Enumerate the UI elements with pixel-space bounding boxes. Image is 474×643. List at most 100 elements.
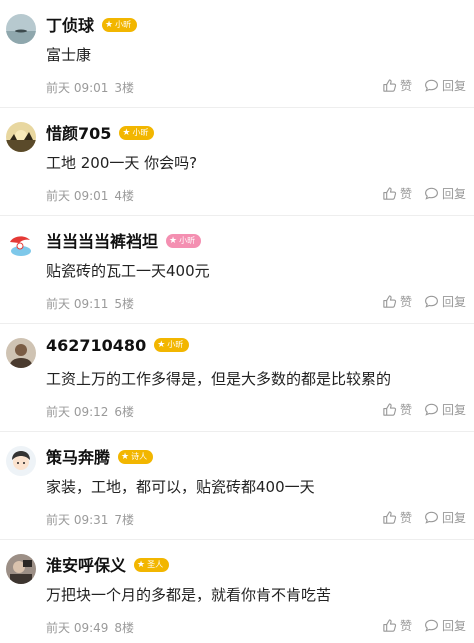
like-button[interactable]: 赞 xyxy=(382,77,412,94)
like-button[interactable]: 赞 xyxy=(382,293,412,310)
like-button[interactable]: 赞 xyxy=(382,509,412,526)
speech-bubble-icon xyxy=(425,511,438,524)
comment-meta: 前天 09:12 6楼 xyxy=(46,403,134,420)
comment-item: 462710480 ★ 小昕 工资上万的工作多得是，但是大多数的都是比较累的 前天 … xyxy=(0,324,474,432)
speech-bubble-icon xyxy=(425,619,438,632)
floor-number: 3楼 xyxy=(114,81,135,95)
reply-button[interactable]: 回复 xyxy=(424,293,466,310)
badge-label: 圣人 xyxy=(147,559,164,569)
user-badge: ★ 小昕 xyxy=(166,233,202,248)
like-button[interactable]: 赞 xyxy=(382,185,412,202)
avatar[interactable] xyxy=(6,554,36,584)
like-label: 赞 xyxy=(399,619,412,633)
username[interactable]: 当当当当裤裆坦 ★ 小昕 xyxy=(46,228,202,252)
username-text[interactable]: 当当当当裤裆坦 xyxy=(46,232,158,251)
speech-bubble-icon xyxy=(425,79,438,92)
avatar[interactable] xyxy=(6,14,36,44)
reply-label: 回复 xyxy=(441,187,466,201)
username[interactable]: 淮安呼保义 ★ 圣人 xyxy=(46,552,170,576)
comment-text: 工地 200一天 你会吗? xyxy=(46,154,198,172)
like-label: 赞 xyxy=(399,403,412,417)
user-badge: ★ 诗人 xyxy=(118,449,154,464)
thumbs-up-icon xyxy=(383,187,397,200)
reply-label: 回复 xyxy=(441,403,466,417)
reply-button[interactable]: 回复 xyxy=(424,185,466,202)
username-text[interactable]: 462710480 xyxy=(46,336,146,355)
speech-bubble-icon xyxy=(425,295,438,308)
floor-number: 4楼 xyxy=(114,189,135,203)
comment-item: 惜颜705 ★ 小昕 工地 200一天 你会吗? 前天 09:01 4楼 赞 回复 xyxy=(0,108,474,216)
comment-text: 工资上万的工作多得是，但是大多数的都是比较累的 xyxy=(46,370,392,388)
comment-item: 当当当当裤裆坦 ★ 小昕 贴瓷砖的瓦工一天400元 前天 09:11 5楼 赞 回复 xyxy=(0,216,474,324)
thumbs-up-icon xyxy=(383,79,397,92)
thumbs-up-icon xyxy=(383,295,397,308)
like-label: 赞 xyxy=(399,187,412,201)
comment-meta: 前天 09:31 7楼 xyxy=(46,511,134,528)
star-icon: ★ xyxy=(169,235,178,246)
comment-meta: 前天 09:11 5楼 xyxy=(46,295,134,312)
reply-label: 回复 xyxy=(441,511,466,525)
comment-meta: 前天 09:01 4楼 xyxy=(46,187,134,204)
speech-bubble-icon xyxy=(425,187,438,200)
reply-button[interactable]: 回复 xyxy=(424,77,466,94)
badge-label: 小昕 xyxy=(115,19,132,29)
comment-list: 丁侦球 ★ 小昕 富士康 前天 09:01 3楼 赞 回复 惜颜705 ★ 小昕 工地 2… xyxy=(0,0,474,643)
like-button[interactable]: 赞 xyxy=(382,617,412,634)
comment-time: 前天 09:11 xyxy=(46,297,109,311)
avatar[interactable] xyxy=(6,230,36,260)
like-label: 赞 xyxy=(399,295,412,309)
comment-actions: 赞 回复 xyxy=(370,185,466,202)
comment-text: 万把块一个月的多都是，就看你肯不肯吃苦 xyxy=(46,586,332,604)
comment-time: 前天 09:01 xyxy=(46,81,109,95)
comment-actions: 赞 回复 xyxy=(370,293,466,310)
username-text[interactable]: 淮安呼保义 xyxy=(46,556,126,575)
comment-item: 丁侦球 ★ 小昕 富士康 前天 09:01 3楼 赞 回复 xyxy=(0,0,474,108)
thumbs-up-icon xyxy=(383,511,397,524)
username-text[interactable]: 策马奔腾 xyxy=(46,448,110,467)
comment-item: 淮安呼保义 ★ 圣人 万把块一个月的多都是，就看你肯不肯吃苦 前天 09:49 8楼 … xyxy=(0,540,474,643)
comment-text: 富士康 xyxy=(46,46,92,64)
comment-meta: 前天 09:49 8楼 xyxy=(46,619,134,636)
floor-number: 7楼 xyxy=(114,513,135,527)
username[interactable]: 462710480 ★ 小昕 xyxy=(46,336,190,355)
like-label: 赞 xyxy=(399,511,412,525)
star-icon: ★ xyxy=(105,19,114,30)
comment-meta: 前天 09:01 3楼 xyxy=(46,79,134,96)
avatar[interactable] xyxy=(6,446,36,476)
badge-label: 诗人 xyxy=(131,451,148,461)
username[interactable]: 策马奔腾 ★ 诗人 xyxy=(46,444,154,468)
comment-actions: 赞 回复 xyxy=(370,617,466,634)
comment-time: 前天 09:01 xyxy=(46,189,109,203)
badge-label: 小昕 xyxy=(167,339,184,349)
thumbs-up-icon xyxy=(383,619,397,632)
username-text[interactable]: 惜颜705 xyxy=(46,124,111,143)
comment-text: 贴瓷砖的瓦工一天400元 xyxy=(46,262,210,280)
username-text[interactable]: 丁侦球 xyxy=(46,16,94,35)
like-label: 赞 xyxy=(399,79,412,93)
star-icon: ★ xyxy=(157,339,166,350)
avatar[interactable] xyxy=(6,338,36,368)
user-badge: ★ 小昕 xyxy=(154,337,190,352)
comment-text: 家装，工地，都可以，贴瓷砖都400一天 xyxy=(46,478,315,496)
comment-actions: 赞 回复 xyxy=(370,509,466,526)
user-badge: ★ 小昕 xyxy=(119,125,155,140)
avatar[interactable] xyxy=(6,122,36,152)
comment-time: 前天 09:31 xyxy=(46,513,109,527)
reply-button[interactable]: 回复 xyxy=(424,509,466,526)
badge-label: 小昕 xyxy=(179,235,196,245)
floor-number: 6楼 xyxy=(114,405,135,419)
user-badge: ★ 小昕 xyxy=(102,17,138,32)
username[interactable]: 惜颜705 ★ 小昕 xyxy=(46,120,155,144)
reply-button[interactable]: 回复 xyxy=(424,617,466,634)
username[interactable]: 丁侦球 ★ 小昕 xyxy=(46,12,138,36)
star-icon: ★ xyxy=(137,559,146,570)
reply-label: 回复 xyxy=(441,295,466,309)
floor-number: 8楼 xyxy=(114,621,135,635)
comment-time: 前天 09:49 xyxy=(46,621,109,635)
star-icon: ★ xyxy=(121,451,130,462)
reply-button[interactable]: 回复 xyxy=(424,401,466,418)
reply-label: 回复 xyxy=(441,619,466,633)
comment-actions: 赞 回复 xyxy=(370,401,466,418)
like-button[interactable]: 赞 xyxy=(382,401,412,418)
floor-number: 5楼 xyxy=(114,297,135,311)
